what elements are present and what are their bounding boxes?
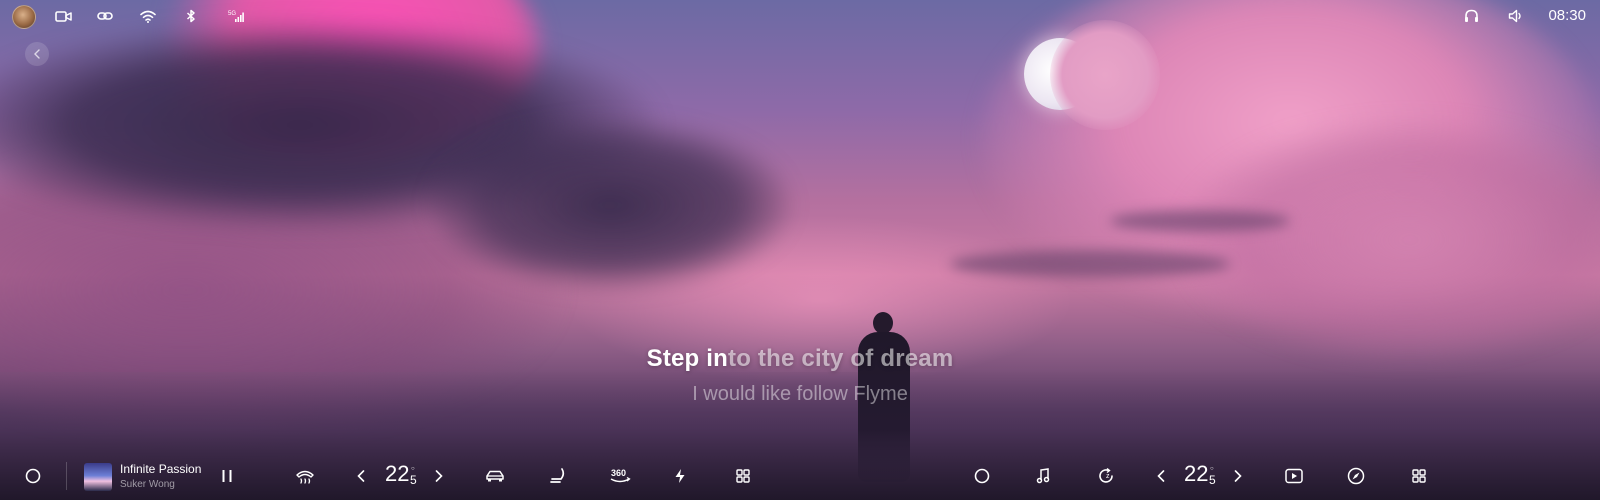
background-cloud [1050, 20, 1160, 130]
song-title[interactable]: Infinite Passion [120, 462, 201, 476]
headphones-icon[interactable] [1462, 7, 1480, 25]
pause-icon[interactable] [218, 465, 236, 487]
chevron-left-icon [357, 470, 365, 482]
rear-defrost-icon[interactable] [294, 465, 316, 487]
lyric-sung-part: Step in [646, 345, 729, 372]
video-camera-icon[interactable] [54, 7, 72, 25]
svg-text:z: z [1106, 473, 1110, 480]
music-note-icon[interactable] [1034, 465, 1052, 487]
home-circle-icon[interactable] [22, 465, 44, 487]
charging-bolt-icon[interactable] [672, 465, 688, 487]
status-bar: 5G 08:30 [0, 0, 1600, 32]
car-icon[interactable] [484, 465, 506, 487]
seat-icon[interactable] [548, 465, 568, 487]
driver-temp-decrease-button[interactable] [354, 465, 368, 487]
compass-icon[interactable] [1346, 465, 1366, 487]
wifi-icon[interactable] [139, 7, 157, 25]
temp-degree-mark: ○ [411, 466, 415, 472]
passenger-temp-value: 22 [1184, 461, 1209, 486]
background-cloud [950, 250, 1230, 278]
next-lyric-line: I would like follow Flyme [692, 383, 908, 405]
passenger-temp-decimal: 5 [1209, 473, 1216, 487]
camera-360-icon[interactable]: 360 [606, 465, 634, 487]
clock: 08:30 [1548, 7, 1586, 24]
current-lyric-line: Step into the city of dream [0, 345, 1600, 373]
chevron-right-icon [1234, 470, 1242, 482]
car-screen: 5G 08:30 Step into the city of dream I w… [0, 0, 1600, 500]
back-chevron-icon [34, 49, 40, 59]
chevron-left-icon [1157, 470, 1165, 482]
album-art[interactable] [84, 463, 112, 491]
driver-temp-increase-button[interactable] [432, 465, 446, 487]
temp-degree-mark: ○ [1210, 466, 1214, 472]
driver-temp-decimal: 5 [410, 473, 417, 487]
lyric-unsung-part: to the city of dream [728, 345, 954, 372]
cellular-signal-icon: 5G [226, 7, 246, 25]
lyrics-panel: Step into the city of dream I would like… [0, 345, 1600, 406]
link-icon[interactable] [96, 7, 114, 25]
passenger-temp-increase-button[interactable] [1231, 465, 1245, 487]
song-artist: Suker Wong [120, 479, 175, 490]
chevron-right-icon [435, 470, 443, 482]
back-button[interactable] [25, 42, 49, 66]
bluetooth-icon[interactable] [184, 7, 198, 25]
passenger-temp-decrease-button[interactable] [1154, 465, 1168, 487]
background-cloud [1180, 120, 1600, 360]
volume-icon[interactable] [1507, 7, 1525, 25]
driver-temp-value: 22 [385, 461, 410, 486]
svg-text:5G: 5G [228, 11, 236, 17]
background-cloud [1110, 210, 1290, 232]
dock-divider [66, 462, 67, 490]
avatar[interactable] [12, 5, 36, 29]
background-cloud [430, 120, 790, 290]
refresh-icon[interactable]: z [1096, 465, 1116, 487]
play-video-icon[interactable] [1284, 465, 1304, 487]
home-circle-icon[interactable] [972, 465, 992, 487]
apps-grid-icon[interactable] [1410, 465, 1428, 487]
svg-text:360: 360 [611, 468, 626, 478]
apps-grid-icon[interactable] [734, 465, 752, 487]
